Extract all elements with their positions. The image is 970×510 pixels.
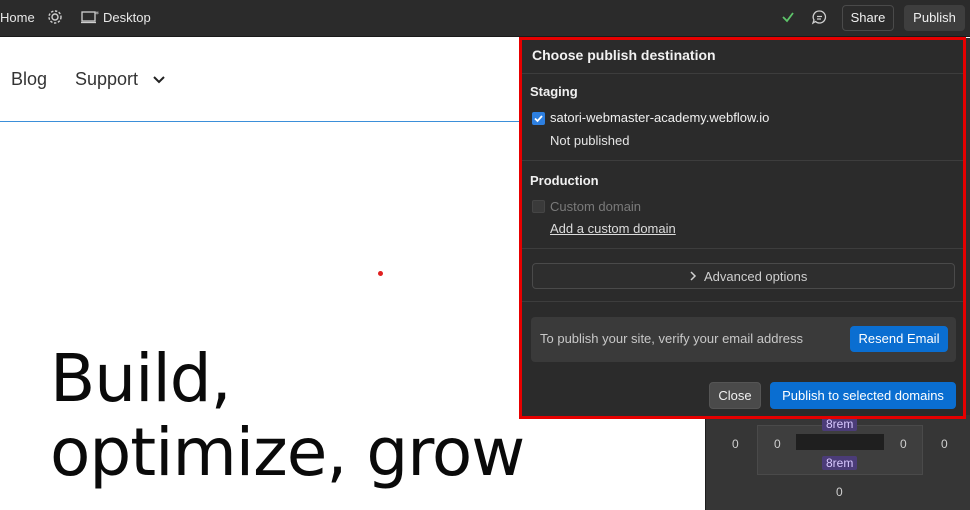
staging-checkbox[interactable]	[532, 112, 545, 125]
padding-bottom-value[interactable]: 8rem	[822, 456, 858, 470]
check-icon	[781, 10, 795, 24]
nav-link-blog[interactable]: Blog	[11, 69, 47, 90]
custom-domain-label: Custom domain	[550, 199, 642, 214]
publish-button[interactable]: Publish	[904, 5, 965, 31]
divider	[522, 160, 963, 161]
cursor-dot	[378, 271, 383, 276]
divider	[522, 301, 963, 302]
desktop-icon[interactable]: *	[81, 10, 99, 24]
publish-popover: Choose publish destination Staging sator…	[519, 37, 966, 419]
divider	[522, 248, 963, 249]
popover-title: Choose publish destination	[532, 47, 716, 63]
nav-link-support[interactable]: Support	[75, 69, 138, 90]
hero-line-2: optimize, grow	[50, 414, 525, 491]
hero-heading: Build, optimize, grow	[50, 340, 525, 491]
resend-email-button[interactable]: Resend Email	[850, 326, 948, 352]
svg-text:*: *	[95, 10, 99, 19]
production-heading: Production	[530, 173, 599, 188]
advanced-options-button[interactable]: Advanced options	[532, 263, 955, 289]
divider	[522, 73, 963, 74]
margin-left-value[interactable]: 0	[732, 437, 739, 451]
staging-domain[interactable]: satori-webmaster-academy.webflow.io	[550, 110, 769, 125]
home-breadcrumb[interactable]: Home	[0, 10, 35, 25]
top-bar: Home * Desktop Share Publish	[0, 0, 970, 37]
custom-domain-checkbox	[532, 200, 545, 213]
content-box	[796, 434, 884, 450]
verify-email-text: To publish your site, verify your email …	[540, 331, 804, 346]
margin-right-value[interactable]: 0	[941, 437, 948, 451]
close-button[interactable]: Close	[709, 382, 761, 409]
padding-top-value[interactable]: 8rem	[822, 417, 858, 431]
staging-heading: Staging	[530, 84, 578, 99]
breakpoint-label[interactable]: Desktop	[103, 10, 151, 25]
margin-bottom-value[interactable]: 0	[836, 485, 843, 499]
hero-line-1: Build,	[50, 340, 232, 417]
chevron-right-icon	[687, 270, 699, 282]
comment-icon[interactable]	[811, 9, 828, 26]
share-button[interactable]: Share	[842, 5, 894, 31]
add-custom-domain-link[interactable]: Add a custom domain	[550, 221, 676, 236]
verify-email-notice: To publish your site, verify your email …	[531, 317, 956, 362]
staging-status: Not published	[550, 133, 630, 148]
padding-right-value[interactable]: 0	[900, 437, 907, 451]
chevron-down-icon[interactable]	[152, 73, 166, 87]
gear-icon[interactable]	[47, 9, 63, 25]
publish-selected-domains-button[interactable]: Publish to selected domains	[770, 382, 956, 409]
advanced-options-label: Advanced options	[704, 269, 808, 284]
padding-left-value[interactable]: 0	[774, 437, 781, 451]
